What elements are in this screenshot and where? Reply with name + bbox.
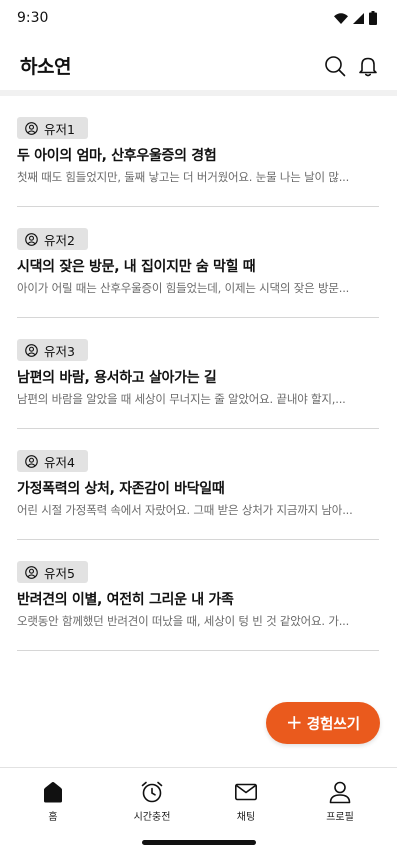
user-circle-icon — [25, 343, 38, 357]
signal-icon — [353, 12, 364, 24]
nav-item-chat[interactable]: 채팅 — [206, 780, 286, 824]
post-item[interactable]: 유저5 반려견의 이별, 여전히 그리운 내 가족 오랫동안 함께했던 반려견이… — [17, 540, 379, 651]
post-title: 반려견의 이별, 여전히 그리운 내 가족 — [17, 592, 234, 608]
nav-item-profile[interactable]: 프로필 — [300, 780, 380, 824]
plus-icon: + — [285, 710, 303, 734]
user-badge: 유저5 — [17, 561, 88, 583]
app-title: 하소연 — [20, 56, 71, 78]
alarm-clock-icon — [141, 781, 163, 803]
nav-label: 시간충전 — [133, 812, 171, 823]
battery-icon — [369, 11, 377, 25]
post-title: 남편의 바람, 용서하고 살아가는 길 — [17, 370, 217, 386]
status-bar: 9:30 — [0, 0, 397, 38]
nav-item-time-charge[interactable]: 시간충전 — [112, 780, 192, 824]
post-title: 시댁의 잦은 방문, 내 집이지만 숨 막힐 때 — [17, 259, 256, 275]
post-title: 두 아이의 엄마, 산후우울증의 경험 — [17, 148, 217, 164]
post-item[interactable]: 유저2 시댁의 잦은 방문, 내 집이지만 숨 막힐 때 아이가 어릴 때는 산… — [17, 207, 379, 318]
post-item[interactable]: 유저1 두 아이의 엄마, 산후우울증의 경험 첫째 때도 힘들었지만, 둘째 … — [17, 96, 379, 207]
user-circle-icon — [25, 454, 38, 468]
post-preview: 첫째 때도 힘들었지만, 둘째 낳고는 더 버거웠어요. 눈물 나는 날이 많.… — [17, 170, 350, 184]
post-title: 가정폭력의 상처, 자존감이 바닥일때 — [17, 481, 225, 497]
user-badge: 유저1 — [17, 117, 88, 139]
user-name: 유저2 — [44, 232, 75, 248]
user-badge: 유저2 — [17, 228, 88, 250]
write-experience-label: 경험쓰기 — [306, 716, 361, 733]
nav-label: 채팅 — [236, 812, 256, 823]
user-badge: 유저4 — [17, 450, 88, 472]
person-icon — [329, 781, 351, 804]
status-time: 9:30 — [17, 10, 49, 26]
post-preview: 오랫동안 함께했던 반려견이 떠났을 때, 세상이 텅 빈 것 같았어요. 가.… — [17, 614, 350, 628]
nav-item-home[interactable]: 홈 — [13, 780, 93, 824]
home-icon — [44, 782, 62, 803]
app-header: 하소연 — [0, 40, 397, 90]
post-list: 유저1 두 아이의 엄마, 산후우울증의 경험 첫째 때도 힘들었지만, 둘째 … — [17, 96, 379, 651]
bell-icon[interactable] — [357, 55, 379, 77]
search-icon[interactable] — [324, 55, 346, 77]
post-preview: 어린 시절 가정폭력 속에서 자랐어요. 그때 받은 상처가 지금까지 남아..… — [17, 503, 353, 517]
user-name: 유저4 — [44, 454, 75, 470]
user-badge: 유저3 — [17, 339, 88, 361]
nav-label: 홈 — [48, 812, 58, 823]
post-preview: 아이가 어릴 때는 산후우울증이 힘들었는데, 이제는 시댁의 잦은 방문... — [17, 281, 350, 295]
post-item[interactable]: 유저4 가정폭력의 상처, 자존감이 바닥일때 어린 시절 가정폭력 속에서 자… — [17, 429, 379, 540]
mail-icon — [234, 783, 257, 801]
user-circle-icon — [25, 121, 38, 135]
post-item[interactable]: 유저3 남편의 바람, 용서하고 살아가는 길 남편의 바람을 알았을 때 세상… — [17, 318, 379, 429]
wifi-icon — [334, 12, 348, 24]
user-circle-icon — [25, 565, 38, 579]
write-experience-button[interactable]: + 경험쓰기 — [266, 702, 380, 744]
status-icons — [334, 11, 377, 25]
user-name: 유저1 — [44, 121, 75, 137]
nav-label: 프로필 — [326, 812, 354, 823]
user-circle-icon — [25, 232, 38, 246]
home-indicator — [142, 840, 256, 845]
user-name: 유저5 — [44, 565, 75, 581]
user-name: 유저3 — [44, 343, 75, 359]
post-preview: 남편의 바람을 알았을 때 세상이 무너지는 줄 알았어요. 끝내야 할지,..… — [17, 392, 346, 406]
